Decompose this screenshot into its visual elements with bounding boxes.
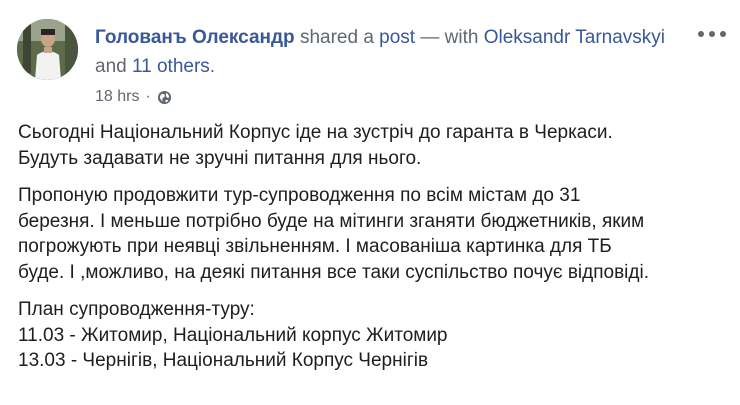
tagged-user-link[interactable]: Oleksandr Tarnavskyi xyxy=(484,27,665,48)
post-link[interactable]: post xyxy=(379,27,415,48)
paragraph: Сьогодні Національний Корпус іде на зуст… xyxy=(18,120,730,171)
text-line: Будуть задавати не зручні питання для нь… xyxy=(18,147,422,169)
text-line: погрожують при неявці звільненням. І мас… xyxy=(18,236,612,257)
paragraph: План супроводження-туру: 11.03 - Житомир… xyxy=(18,297,730,374)
text-line: 13.03 - Чернігів, Національний Корпус Че… xyxy=(18,350,429,371)
post-body: Сьогодні Національний Корпус іде на зуст… xyxy=(18,120,730,386)
post-header: Голованъ Олександр shared a post — with … xyxy=(95,23,675,81)
author-avatar[interactable] xyxy=(17,19,78,80)
text-line: Пропоную продовжити тур-супроводження по… xyxy=(18,185,581,206)
post-meta: 18 hrs · xyxy=(95,88,172,106)
more-options-button[interactable] xyxy=(697,20,727,42)
text-line: березня. І меньше потрібно буде на мітин… xyxy=(18,210,645,232)
timestamp[interactable]: 18 hrs xyxy=(95,88,139,106)
text-line: 11.03 - Житомир, Національний корпус Жит… xyxy=(18,324,448,346)
and-text: and xyxy=(95,56,132,77)
text-line: План супроводження-туру: xyxy=(18,299,255,320)
avatar-photo xyxy=(17,19,78,80)
facebook-post: Голованъ Олександр shared a post — with … xyxy=(0,0,740,405)
author-name[interactable]: Голованъ Олександр xyxy=(95,27,295,48)
with-text: — with xyxy=(415,27,484,48)
paragraph: Пропоную продовжити тур-супроводження по… xyxy=(18,183,730,285)
meta-separator: · xyxy=(145,88,151,105)
text-line: буде. І ,можливо, на деякі питання все т… xyxy=(18,261,649,283)
period-text: . xyxy=(209,56,216,77)
more-options-icon xyxy=(698,31,726,37)
shared-text: shared a xyxy=(294,27,380,48)
others-link[interactable]: 11 others xyxy=(132,56,210,77)
text-line: Сьогодні Національний Корпус іде на зуст… xyxy=(18,122,613,143)
globe-icon[interactable] xyxy=(157,90,172,105)
